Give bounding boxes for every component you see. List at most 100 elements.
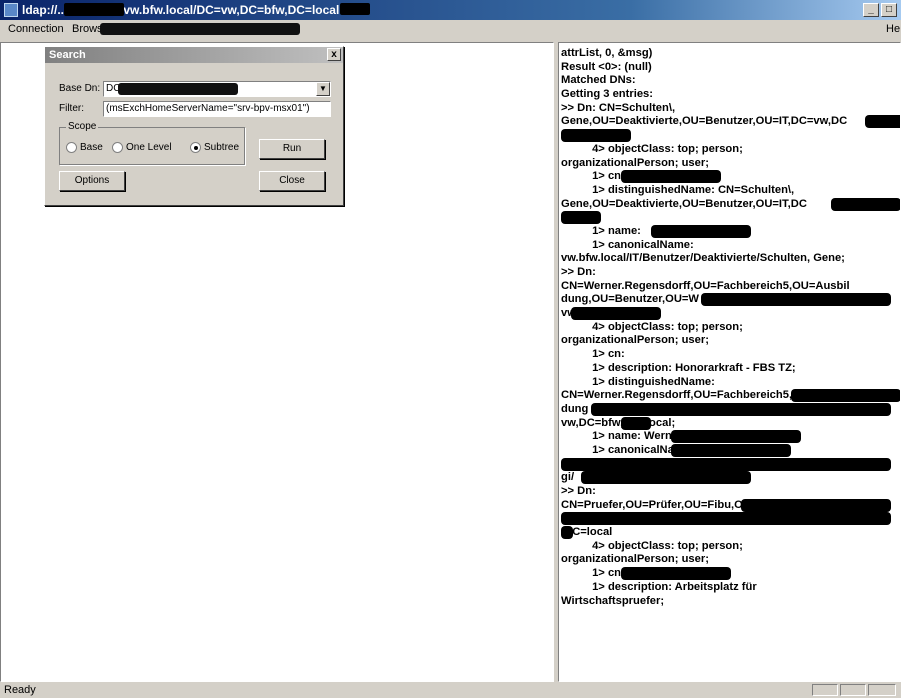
log-line: CN=Pruefer,OU=Prüfer,OU=Fibu,OU= [561,498,898,513]
app-icon [4,3,18,17]
log-line: dung [561,402,898,417]
log-line: 4> objectClass: top; person; [561,539,743,552]
scope-subtree-label: Subtree [204,142,240,153]
redaction-mark [561,129,631,143]
search-dialog-titlebar: Search x [45,47,343,63]
redaction-mark [701,293,891,307]
options-button[interactable]: Options [59,171,125,191]
status-text: Ready [4,684,36,696]
log-line [561,512,898,526]
redaction-mark [561,211,601,225]
log-line: ,DC=local [561,526,613,540]
log-line: Gene,OU=Deaktivierte,OU=Benutzer,OU=IT,D… [561,197,900,212]
log-line: 1> distinguishedName: [561,375,715,388]
status-bar: Ready [0,682,901,698]
close-icon[interactable]: x [327,48,341,61]
menu-bar: Connection Browse He [0,20,901,38]
radio-selected-icon [190,142,201,153]
log-line: CN=Werner.Regensdorff,OU=Fachbereich5,OU [561,389,900,403]
log-line: 1> canonicalName: [561,238,694,251]
radio-icon [66,142,77,153]
redaction-mark [561,457,891,471]
log-line [561,129,898,143]
base-dn-label: Base Dn: [59,83,101,94]
status-panel [840,684,866,696]
log-line: 1> name: Werner [561,430,898,444]
log-line: gi/ nsdorff; [561,471,898,485]
log-line [561,457,898,472]
redaction-mark [671,443,791,457]
log-line: >> Dn: CN=Schulten\, [561,101,676,114]
redaction-mark [671,430,801,444]
redaction-mark [561,526,573,540]
log-line: 4> objectClass: top; person; [561,320,743,333]
window-titlebar: ldap://...V-DOM01.vw.bfw.local/DC=vw,DC=… [0,0,901,20]
log-line: Getting 3 entries: [561,88,654,101]
menu-help[interactable]: He [886,22,900,36]
redaction-mark [791,389,900,403]
log-line: Wirtschaftspruefer; [561,594,665,607]
base-dn-combobox[interactable]: DC ▼ [103,81,331,97]
log-line: 1> description: Honorarkraft - FBS TZ; [561,361,796,374]
redaction-mark [621,567,731,581]
radio-icon [112,142,123,153]
log-line: dung,OU=Benutzer,OU=W [561,293,898,307]
log-line: organizationalPerson; user; [561,553,709,566]
filter-label: Filter: [59,103,84,114]
search-dialog-title: Search [49,49,86,61]
scope-one-level-radio[interactable]: One Level [112,142,172,153]
scope-one-level-label: One Level [126,142,172,153]
menu-connection[interactable]: Connection [8,22,64,36]
scope-label: Scope [66,121,99,132]
redaction-mark [571,307,661,321]
log-line: 1> canonicalName: [561,443,898,458]
redaction-mark [591,402,891,416]
redaction-mark [831,197,900,211]
output-log: attrList, 0, &msg) Result <0>: (null) Matc… [559,43,900,612]
log-line: organizationalPerson; user; [561,334,709,347]
log-line: 1> distinguishedName: CN=Schulten\, [561,183,795,196]
log-line: >> Dn: [561,266,596,278]
redaction-mark [865,115,900,129]
log-line: 1> cn: [561,170,898,184]
log-line: Gene,OU=Deaktivierte,OU=Benutzer,OU=IT,D… [561,115,900,129]
log-line: 4> objectClass: top; person; [561,142,743,155]
log-line: 1> description: Arbeitsplatz für [561,580,757,593]
minimize-button[interactable]: _ [863,3,879,17]
log-line: Matched DNs: [561,74,636,87]
chevron-down-icon[interactable]: ▼ [316,82,330,96]
redaction-mark [64,3,124,16]
run-button[interactable]: Run [259,139,325,159]
scope-base-radio[interactable]: Base [66,142,103,153]
log-line: 1> cn: [561,567,898,581]
maximize-button[interactable]: □ [881,3,897,17]
redaction-mark [100,23,300,35]
redaction-mark [741,498,891,512]
log-line: organizationalPerson; user; [561,156,709,169]
scope-subtree-radio[interactable]: Subtree [190,142,239,153]
log-line: vw [561,307,898,321]
status-panel [868,684,896,696]
log-line [561,211,898,225]
redaction-mark [621,170,721,184]
filter-input[interactable]: (msExchHomeServerName="srv-bpv-msx01") [103,101,331,117]
log-line: Result <0>: (null) [561,60,652,73]
close-button[interactable]: Close [259,171,325,191]
log-line: attrList, 0, &msg) [561,47,653,59]
redaction-mark [651,224,751,238]
status-panel [812,684,838,696]
log-line: 1> name: [561,224,898,239]
redaction-mark [621,416,651,430]
scope-base-label: Base [80,142,103,153]
log-line: >> Dn: [561,485,596,497]
log-line: vw,DC=bfw,DC=local; [561,416,676,430]
log-line: CN=Werner.Regensdorff,OU=Fachbereich5,OU… [561,279,850,292]
search-dialog: Search x Base Dn: DC ▼ Filter: (msExchHo… [44,46,344,206]
output-pane[interactable]: attrList, 0, &msg) Result <0>: (null) Matc… [558,42,901,682]
redaction-mark [561,512,891,526]
redaction-mark [581,471,751,485]
redaction-mark [118,83,238,95]
log-line: 1> cn: [561,348,625,361]
log-line: vw.bfw.local/IT/Benutzer/Deaktivierte/Sc… [561,252,845,265]
scope-groupbox: Scope Base One Level Subtree [59,121,245,165]
